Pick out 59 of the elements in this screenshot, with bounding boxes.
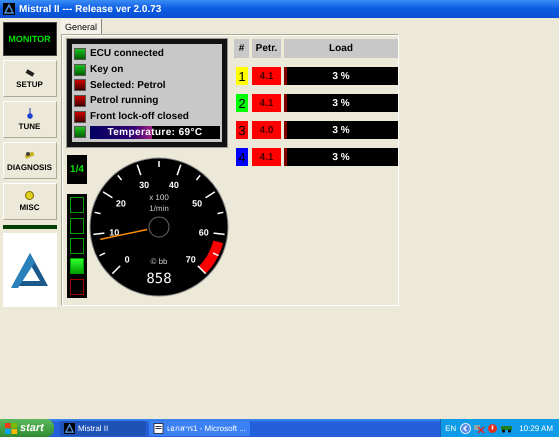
column-header: # [234,39,249,58]
chip-icon [24,68,34,76]
status-bar-strip [2,225,56,229]
status-label: Front lock-off closed [90,111,189,122]
status-label: ECU connected [90,48,164,60]
cylinder-number: 1 [236,67,248,85]
scale-label: 10 [109,228,120,238]
nav-button[interactable]: MISC [2,183,56,220]
nav-button[interactable]: DIAGNOSIS [2,142,56,179]
clock: 10:29 AM [519,424,553,432]
taskbar-button[interactable]: Mistral II [60,420,146,436]
cylinder-number: 4 [236,148,248,166]
chevron-icon[interactable] [460,422,472,434]
column-header: Petr. [252,39,281,58]
redline-arc [198,240,223,274]
brand-label: © bb [150,257,168,266]
scale-label: 50 [192,198,202,209]
status-label: Key on [90,64,124,75]
security-icon[interactable] [487,422,498,434]
document-icon [153,422,164,434]
needle-hub [148,216,170,238]
multiplier-label: x 100 [149,193,169,202]
scale-label: 40 [168,180,179,190]
load-value: 3 % [332,124,350,136]
scale-label: 70 [186,254,196,264]
scale-label: 20 [116,198,126,209]
nav-button[interactable]: MONITOR [2,22,56,56]
gear-indicator: 1/4 [67,155,87,184]
cylinder-number: 2 [236,94,248,112]
thermometer-icon [26,108,32,119]
load-value: 3 % [332,98,350,108]
window-title: Mistral II --- Release ver 2.0.73 [19,4,162,14]
petrol-value: 4.1 [252,94,281,112]
unit-label: 1/min [149,204,169,213]
scale-label: 30 [139,180,150,190]
temperature-label: Temperature: 69°C [107,126,203,138]
language-indicator: EN [445,424,456,432]
petrol-value: 4.1 [252,67,281,85]
scale-label: 60 [198,228,209,238]
nav-button[interactable]: TUNE [2,101,56,138]
petrol-value: 4.1 [252,148,281,166]
rpm-reading: 858 [146,271,172,287]
taskbar-button[interactable]: เอกสาร1 - Microsoft ... [149,420,250,436]
coin-icon [25,191,34,200]
nav-button[interactable]: SETUP [2,60,56,97]
status-label: Selected: Petrol [90,80,166,91]
cylinder-number: 3 [236,121,248,139]
column-header: Load [284,39,398,58]
status-label: Petrol running [90,95,158,106]
load-value: 3 % [332,70,350,82]
windows-flag-icon [5,422,17,434]
scale-label: 0 [124,254,130,264]
load-value: 3 % [332,152,350,162]
app-logo-icon [3,3,15,15]
tab[interactable]: General [61,19,102,34]
petrol-value: 4.0 [252,121,281,139]
app-logo-icon [64,422,75,434]
car-icon[interactable] [500,423,514,433]
tool-icon [24,150,36,160]
